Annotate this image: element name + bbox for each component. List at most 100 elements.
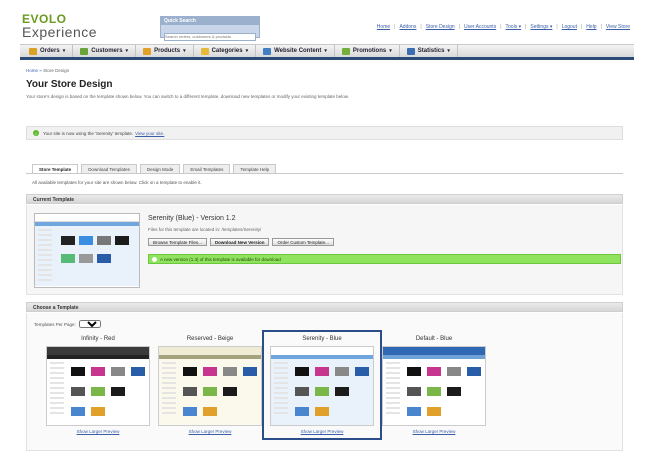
show-larger-preview-link[interactable]: Show Larger Preview: [44, 429, 152, 434]
menu-products[interactable]: Products ▾: [136, 45, 194, 57]
info-icon: [152, 256, 157, 262]
per-page-label: Templates Per Page:: [34, 321, 76, 327]
template-thumbnail[interactable]: [158, 346, 262, 426]
chevron-down-icon: ▾: [125, 48, 129, 54]
template-thumbnail[interactable]: [46, 346, 150, 426]
menu-label: Orders: [40, 48, 60, 54]
chevron-down-icon: ▾: [324, 48, 327, 54]
search-input[interactable]: [164, 32, 256, 41]
menu-label: Products: [154, 48, 181, 54]
top-link[interactable]: Settings ▾: [530, 24, 552, 30]
tab-divider: [26, 173, 623, 174]
view-site-link[interactable]: View your site.: [135, 131, 164, 136]
notice-text: Your site is now using the 'Serenity' te…: [43, 130, 134, 136]
template-thumbnail[interactable]: [270, 346, 374, 426]
breadcrumb: Home » Store Design: [26, 68, 69, 73]
menu-customers[interactable]: Customers ▾: [73, 45, 137, 57]
logo-line2: Experience: [22, 24, 98, 40]
tab-bar: Store Template Download Templates Design M…: [32, 164, 279, 173]
template-name: Reserved - Beige: [186, 336, 234, 342]
template-card[interactable]: Reserved - Beige Show Larger Preview: [156, 336, 264, 434]
show-larger-preview-link[interactable]: Show Larger Preview: [268, 429, 376, 434]
categories-icon: [200, 47, 209, 55]
templates-per-page: Templates Per Page: 20: [34, 320, 101, 328]
website-content-icon: [263, 47, 272, 55]
top-link[interactable]: Addons: [399, 24, 416, 30]
tab-email-templates[interactable]: Email Templates: [183, 164, 231, 173]
success-notice: ✓ Your site is now using the 'Serenity' …: [26, 126, 623, 140]
top-link[interactable]: Logout: [562, 24, 577, 30]
choose-template-heading: Choose a Template: [26, 302, 623, 312]
top-link[interactable]: View Store: [606, 24, 630, 30]
current-template-heading: Current Template: [26, 194, 623, 204]
tab-note: All available templates for your site ar…: [32, 180, 202, 185]
current-template-files: Files for this template are located in: …: [148, 227, 262, 232]
top-link[interactable]: Tools ▾: [506, 24, 522, 30]
customers-icon: [80, 47, 89, 55]
menu-promotions[interactable]: Promotions ▾: [335, 45, 400, 57]
top-link[interactable]: User Accounts: [464, 24, 496, 30]
menu-label: Promotions: [352, 48, 387, 54]
template-actions: Browse Template Files... Download New Ve…: [148, 238, 337, 246]
orders-icon: [29, 47, 37, 55]
per-page-select[interactable]: 20: [78, 320, 101, 328]
template-card[interactable]: Infinity - Red Show Larger Preview: [44, 336, 152, 434]
menu-categories[interactable]: Categories ▾: [194, 45, 257, 57]
main-menu-bar: Orders ▾ Customers ▾ Products ▾ Categories ▾ Web…: [20, 44, 634, 60]
link-separator: |: [420, 24, 422, 30]
template-card[interactable]: Serenity - Blue Show Larger Preview: [262, 330, 382, 440]
top-link[interactable]: Help: [586, 24, 596, 30]
tab-template-help[interactable]: Template Help: [233, 164, 277, 173]
chevron-down-icon: ▾: [62, 48, 66, 54]
evolo-logo[interactable]: EVOLO Experience: [22, 12, 97, 40]
menu-label: Website Content: [274, 48, 322, 54]
top-links: Home | Addons | Store Design | User Accounts | T…: [377, 24, 630, 30]
quick-search-box: Quick Search: [160, 16, 260, 41]
top-link[interactable]: Home: [377, 24, 390, 30]
download-new-version-button[interactable]: Download New Version: [209, 238, 270, 246]
quick-search-label: Quick Search: [161, 17, 259, 25]
link-separator: |: [580, 24, 583, 30]
template-name: Serenity - Blue: [302, 336, 342, 342]
top-link[interactable]: Store Design: [426, 24, 455, 30]
order-custom-template-button[interactable]: Order Custom Template...: [272, 238, 334, 246]
menu-orders[interactable]: Orders ▾: [22, 45, 74, 57]
template-name: Default - Blue: [415, 336, 453, 342]
tab-design-mode[interactable]: Design Mode: [139, 164, 181, 173]
current-template-name: Serenity (Blue) - Version 1.2: [148, 215, 236, 222]
link-separator: |: [525, 24, 527, 30]
statistics-icon: [406, 47, 415, 55]
menu-label: Customers: [91, 48, 123, 54]
tab-download-templates[interactable]: Download Templates: [81, 164, 137, 173]
checkmark-icon: ✓: [33, 130, 39, 136]
update-text: A new version (1.3) of this template is …: [160, 256, 281, 262]
chevron-down-icon: ▾: [183, 48, 186, 54]
breadcrumb-home-link[interactable]: Home: [26, 68, 38, 73]
menu-website-content[interactable]: Website Content ▾: [256, 45, 335, 57]
products-icon: [143, 47, 152, 55]
page-frame: EVOLO Experience Quick Search Home|Addon…: [20, 8, 634, 454]
promotions-icon: [341, 47, 350, 55]
template-card[interactable]: Default - Blue Show Larger Preview: [380, 336, 488, 434]
browse-template-files-button[interactable]: Browse Template Files...: [148, 238, 207, 246]
chevron-down-icon: ▾: [389, 48, 392, 54]
current-template-thumbnail[interactable]: [34, 213, 140, 288]
template-thumbnail[interactable]: [382, 346, 486, 426]
chevron-down-icon: ▾: [245, 48, 249, 54]
menu-label: Statistics: [417, 48, 445, 54]
link-separator: |: [556, 24, 558, 30]
link-separator: |: [394, 24, 396, 30]
chevron-down-icon: ▾: [447, 48, 450, 54]
breadcrumb-current: Store Design: [43, 68, 70, 73]
tab-store-template[interactable]: Store Template: [32, 164, 79, 173]
breadcrumb-separator: »: [39, 68, 42, 73]
link-separator: |: [600, 24, 602, 30]
show-larger-preview-link[interactable]: Show Larger Preview: [380, 429, 488, 434]
link-separator: |: [500, 24, 502, 30]
template-name: Infinity - Red: [81, 336, 115, 342]
show-larger-preview-link[interactable]: Show Larger Preview: [156, 429, 264, 434]
menu-statistics[interactable]: Statistics ▾: [400, 45, 458, 57]
page-description: Your store's design is based on the temp…: [26, 94, 350, 99]
update-available-banner: A new version (1.3) of this template is …: [148, 254, 621, 264]
menu-label: Categories: [211, 48, 243, 54]
